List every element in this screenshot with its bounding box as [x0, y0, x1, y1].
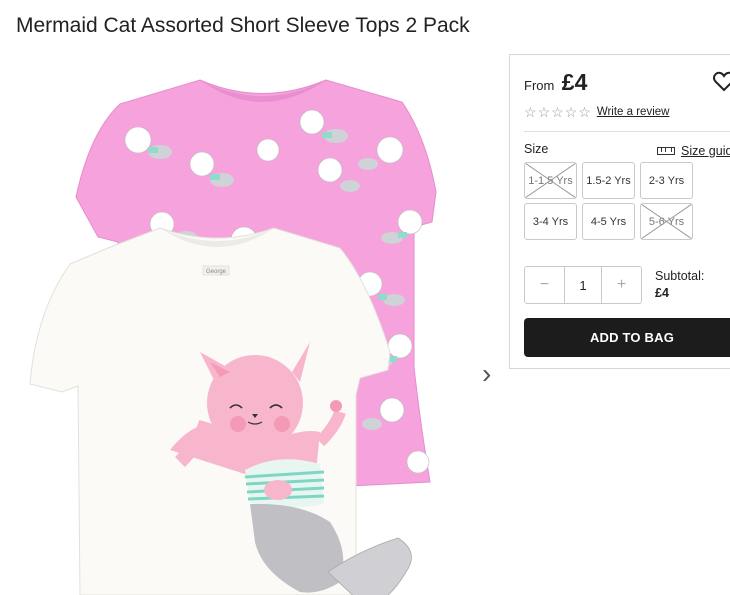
quantity-stepper: − 1 +	[524, 266, 642, 304]
size-option-4-5-yrs[interactable]: 4-5 Yrs	[582, 203, 635, 240]
size-label: Size	[524, 142, 549, 156]
write-review-link[interactable]: Write a review	[597, 106, 670, 118]
size-option-2-3-yrs[interactable]: 2-3 Yrs	[640, 162, 693, 199]
unavailable-cross-icon	[525, 163, 576, 198]
size-option-1-1-5-yrs[interactable]: 1-1.5 Yrs	[524, 162, 577, 199]
product-image-gallery[interactable]: George ‹ ›	[0, 52, 505, 595]
add-to-bag-button[interactable]: ADD TO BAG	[524, 318, 730, 357]
white-tee: George	[29, 227, 412, 595]
quantity-decrease-button[interactable]: −	[525, 267, 564, 303]
tee-tag-label: George	[206, 269, 227, 275]
ruler-icon	[657, 147, 675, 155]
rating-row: ☆ ☆ ☆ ☆ ☆ Write a review	[524, 105, 669, 119]
subtotal-value: £4	[655, 286, 669, 300]
purchase-panel: From £4 ☆ ☆ ☆ ☆ ☆ Write a review Size Si…	[509, 54, 730, 369]
size-guide-link[interactable]: Size guid	[657, 144, 730, 158]
price-from-label: From	[524, 78, 555, 93]
product-title: Mermaid Cat Assorted Short Sleeve Tops 2…	[16, 14, 470, 37]
star-empty-icon: ☆	[551, 104, 564, 120]
wishlist-heart-icon[interactable]	[712, 69, 730, 93]
size-guide-label: Size guid	[681, 144, 730, 158]
price-row: From £4	[524, 69, 587, 96]
product-image: George	[29, 79, 437, 595]
size-option-1-5-2-yrs[interactable]: 1.5-2 Yrs	[582, 162, 635, 199]
star-empty-icon: ☆	[524, 104, 537, 120]
size-option-label: 2-3 Yrs	[648, 174, 685, 187]
size-option-5-6-yrs[interactable]: 5-6 Yrs	[640, 203, 693, 240]
size-option-3-4-yrs[interactable]: 3-4 Yrs	[524, 203, 577, 240]
subtotal-label: Subtotal:	[655, 269, 705, 283]
unavailable-cross-icon	[641, 204, 692, 239]
size-option-label: 4-5 Yrs	[590, 215, 627, 228]
price-value: £4	[561, 69, 588, 95]
star-empty-icon: ☆	[537, 104, 551, 120]
star-empty-icon: ☆	[578, 104, 591, 120]
quantity-increase-button[interactable]: +	[602, 267, 641, 303]
star-empty-icon: ☆	[564, 104, 578, 120]
size-option-label: 1.5-2 Yrs	[586, 174, 631, 187]
panel-divider	[524, 131, 730, 132]
quantity-input[interactable]: 1	[564, 267, 602, 303]
next-image-arrow-icon[interactable]: ›	[482, 360, 491, 388]
size-option-label: 3-4 Yrs	[532, 215, 569, 228]
